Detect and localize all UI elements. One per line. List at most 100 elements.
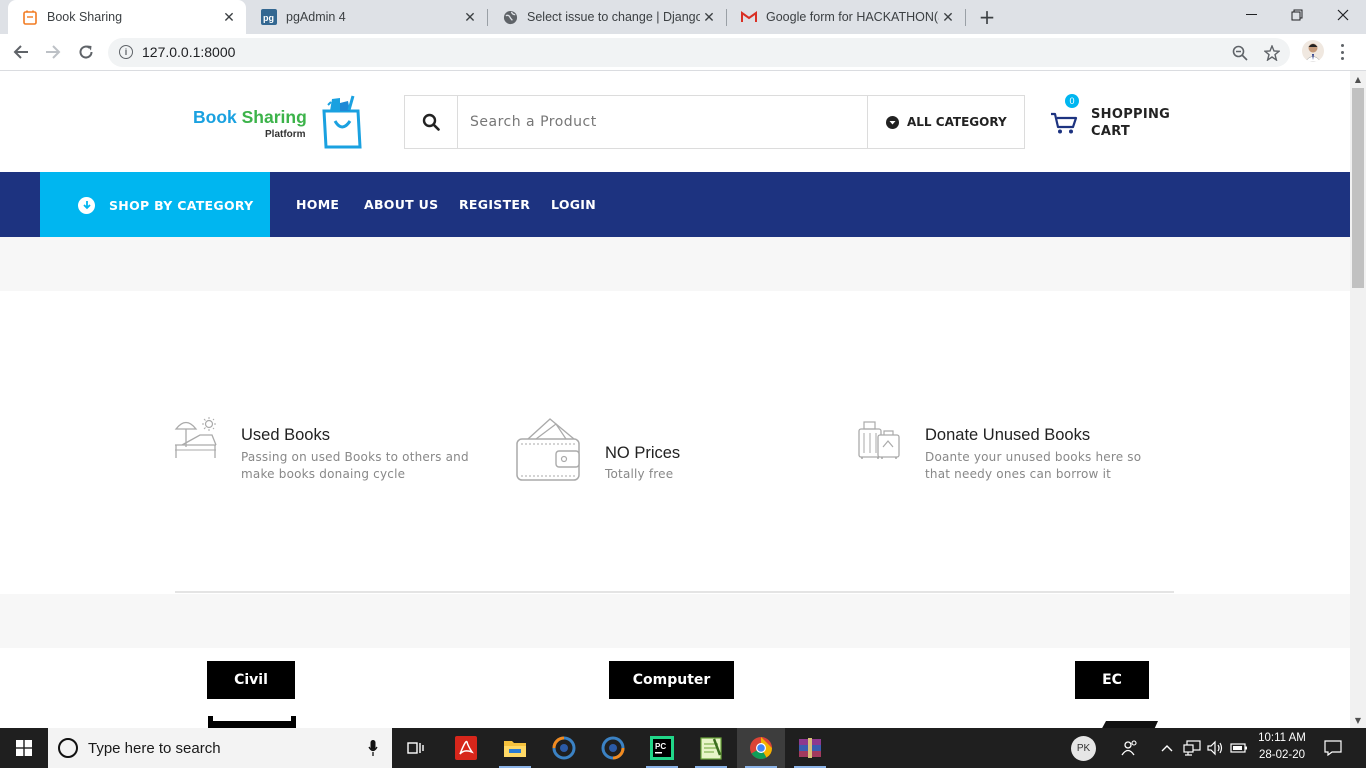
taskbar-clock-date[interactable]: 28-02-20 [1252,749,1312,761]
restore-button[interactable] [1274,0,1320,30]
info-icon[interactable]: i [119,45,133,59]
address-bar[interactable]: i 127.0.0.1:8000 [108,38,1290,67]
new-tab-button[interactable]: + [976,5,998,29]
taskbar-chrome[interactable] [737,728,785,768]
tab-django-admin[interactable]: Select issue to change | Django s ✕ [488,0,726,34]
taskbar-eclipse-2[interactable] [589,728,637,768]
search-input[interactable] [459,96,867,148]
svg-text:pg: pg [263,13,274,23]
notification-icon [1324,740,1342,756]
feature-description: Totally free [605,467,674,481]
product-search: ALL CATEGORY [404,95,1025,149]
show-hidden-icons-button[interactable] [1158,728,1176,768]
user-account-avatar[interactable]: PK [1071,736,1096,761]
close-tab-icon[interactable]: ✕ [461,8,479,26]
search-icon [422,113,440,131]
nav-login[interactable]: LOGIN [551,172,596,237]
close-tab-icon[interactable]: ✕ [700,8,718,26]
cart-count-badge: 0 [1065,94,1079,108]
folder-icon [504,741,526,757]
taskbar-search-placeholder: Type here to search [88,739,221,757]
pycharm-icon: PC [650,736,674,760]
taskbar-clock-time[interactable]: 10:11 AM [1252,732,1312,744]
network-button[interactable] [1181,728,1203,768]
task-view-icon [407,742,424,754]
taskbar-winrar[interactable] [786,728,834,768]
zoom-icon[interactable] [1230,43,1250,63]
tab-title: pgAdmin 4 [286,10,346,24]
winrar-icon [799,738,821,758]
minimize-button[interactable] [1228,0,1274,30]
url-text: 127.0.0.1:8000 [142,44,236,60]
cart-label-line2: CART [1091,124,1131,139]
nav-home[interactable]: HOME [296,172,339,237]
shop-by-category-button[interactable]: SHOP BY CATEGORY [40,172,270,238]
task-view-button[interactable] [392,728,440,768]
nav-register[interactable]: REGISTER [459,172,530,237]
feature-title: Used Books [241,426,330,444]
people-icon [1121,740,1137,756]
back-button[interactable] [8,39,34,65]
gmail-icon [741,9,757,25]
page-scrollbar[interactable]: ▲ ▼ [1350,71,1366,728]
taskbar-pycharm[interactable]: PC [638,728,686,768]
bookmark-star-icon[interactable] [1262,43,1282,63]
forward-button[interactable] [40,39,66,65]
feature-donate-unused-books: Donate Unused Books Doante your unused b… [858,417,1178,487]
notepad-icon [700,737,722,760]
acrobat-icon [455,736,477,760]
section-spacer [0,594,1350,648]
eclipse-icon [552,736,576,760]
taskbar-eclipse[interactable] [540,728,588,768]
wallet-icon [516,418,580,481]
chevron-down-icon [886,115,899,129]
category-tag-computer[interactable]: Computer [609,661,734,699]
logo-word-sharing: Sharing [241,107,307,127]
people-button[interactable] [1110,728,1150,768]
taskbar-search-box[interactable]: Type here to search [48,728,392,768]
page-viewport: Book Sharing Platform ALL CATEGORY 0 [0,71,1350,728]
category-dropdown[interactable]: ALL CATEGORY [867,96,1024,148]
tab-book-sharing[interactable]: Book Sharing ✕ [8,0,246,34]
main-navigation: SHOP BY CATEGORY HOME ABOUT US REGISTER … [0,172,1350,238]
category-image-civil[interactable] [207,714,297,728]
network-icon [1183,740,1201,756]
volume-icon [1207,740,1223,756]
taskbar-acrobat[interactable] [442,728,490,768]
tab-pgadmin[interactable]: pg pgAdmin 4 ✕ [247,0,487,34]
site-logo[interactable]: Book Sharing Platform [192,93,364,153]
feature-title: NO Prices [605,444,681,462]
battery-button[interactable] [1228,728,1250,768]
chrome-icon [750,737,772,759]
windows-taskbar: Type here to search PC PK 10:11 AM 28-02… [0,728,1366,768]
close-tab-icon[interactable]: ✕ [939,8,957,26]
feature-description: Doante your unused books here so that ne… [925,450,1142,481]
browser-menu-icon[interactable] [1336,42,1348,62]
action-center-button[interactable] [1318,728,1348,768]
volume-button[interactable] [1205,728,1227,768]
category-image-ec[interactable] [1100,717,1160,728]
close-window-button[interactable] [1320,0,1366,30]
category-tag-civil[interactable]: Civil [207,661,295,699]
taskbar-file-explorer[interactable] [491,728,539,768]
tab-google-form[interactable]: Google form for HACKATHON(SS ✕ [727,0,965,34]
taskbar-notepad[interactable] [687,728,735,768]
book-sharing-favicon [22,9,38,25]
banner-area [0,237,1350,291]
microphone-icon[interactable] [368,740,378,756]
scroll-up-arrow-icon[interactable]: ▲ [1350,71,1366,87]
nav-about-us[interactable]: ABOUT US [364,172,438,237]
shopping-cart[interactable]: 0 SHOPPING CART [1050,94,1180,145]
arrow-down-circle-icon [78,196,95,214]
cart-label: SHOPPING CART [1091,106,1170,140]
reload-button[interactable] [73,39,99,65]
tab-title: Google form for HACKATHON(SS [766,10,939,24]
category-tag-ec[interactable]: EC [1075,661,1149,699]
close-tab-icon[interactable]: ✕ [220,8,238,26]
chevron-up-icon [1161,745,1173,752]
scroll-down-arrow-icon[interactable]: ▼ [1350,712,1366,728]
start-button[interactable] [0,728,48,768]
search-button[interactable] [405,96,458,148]
scrollbar-thumb[interactable] [1352,88,1364,288]
profile-avatar[interactable] [1302,40,1324,62]
